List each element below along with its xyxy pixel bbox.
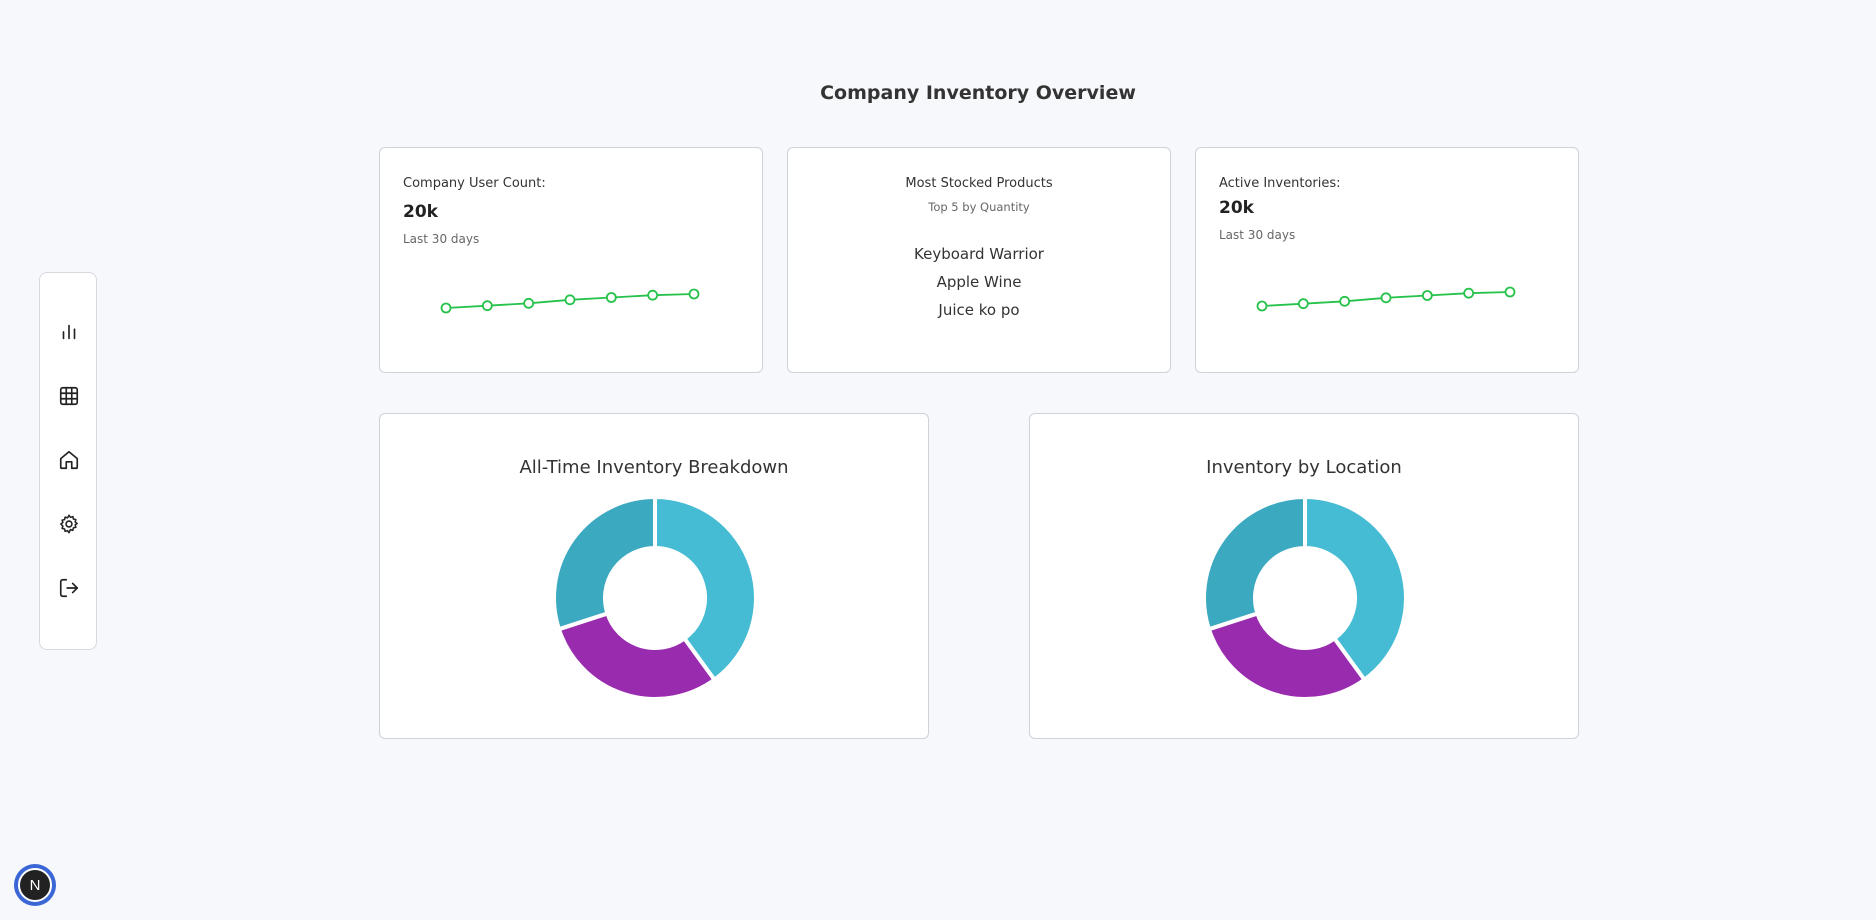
sparkline-point (564, 294, 576, 306)
inventory-location-donut (1202, 495, 1408, 701)
inventory-location-card: Inventory by Location (1029, 413, 1579, 739)
active-inventories-label: Active Inventories: (1219, 176, 1341, 191)
nav-table-button[interactable] (54, 381, 84, 411)
user-count-card: Company User Count: 20k Last 30 days (379, 147, 763, 373)
sparkline-point (1339, 295, 1351, 307)
sparkline-point (1421, 290, 1433, 301)
user-count-value: 20k (403, 202, 438, 222)
active-inventories-card: Active Inventories: 20k Last 30 days (1195, 147, 1579, 373)
sparkline-point (523, 297, 535, 309)
product-item: Apple Wine (936, 273, 1022, 291)
donut-slice[interactable] (1202, 495, 1307, 632)
donut-slice[interactable] (1206, 611, 1367, 701)
nav-settings-button[interactable] (54, 509, 84, 539)
badge-letter: N (18, 868, 52, 902)
active-inventories-period: Last 30 days (1219, 228, 1296, 242)
home-icon (59, 450, 79, 470)
sparkline-point (688, 288, 700, 300)
nav-analytics-button[interactable] (54, 317, 84, 347)
sparkline-point (1297, 298, 1309, 310)
user-count-label: Company User Count: (403, 176, 546, 191)
top-products-subtitle: Top 5 by Quantity (928, 200, 1030, 214)
user-count-period: Last 30 days (403, 232, 480, 246)
inventory-breakdown-donut (552, 495, 758, 701)
top-products-card: Most Stocked Products Top 5 by Quantity … (787, 147, 1171, 373)
sparkline-point (647, 289, 659, 301)
inventory-breakdown-card: All-Time Inventory Breakdown (379, 413, 929, 739)
donut-slice[interactable] (556, 611, 717, 701)
inventory-breakdown-title: All-Time Inventory Breakdown (519, 457, 789, 478)
sparkline-point (481, 300, 493, 312)
gear-icon (60, 514, 78, 534)
top-products-list: Keyboard Warrior Apple Wine Juice ko po (788, 240, 1170, 324)
inventory-location-title: Inventory by Location (1206, 457, 1402, 478)
top-products-title: Most Stocked Products (905, 176, 1053, 191)
product-item: Keyboard Warrior (914, 245, 1044, 263)
active-inventories-sparkline (1256, 286, 1516, 312)
page-title: Company Inventory Overview (820, 82, 1136, 104)
sparkline-point (1504, 286, 1516, 298)
product-item: Juice ko po (938, 301, 1020, 319)
bar-chart-icon (62, 324, 76, 340)
user-count-sparkline (440, 288, 700, 314)
sparkline-point (1380, 292, 1392, 304)
nav-home-button[interactable] (54, 445, 84, 475)
sparkline-point (605, 292, 617, 303)
table-grid-icon (59, 386, 79, 406)
nav-logout-button[interactable] (54, 573, 84, 603)
sparkline-point (1256, 300, 1268, 312)
active-inventories-value: 20k (1219, 198, 1254, 218)
sparkline-point (1463, 287, 1475, 299)
logout-icon (59, 578, 79, 598)
sidebar (39, 272, 97, 650)
donut-slice[interactable] (552, 495, 657, 632)
sparkline-point (440, 302, 452, 314)
dev-badge-button[interactable]: N (14, 864, 56, 906)
